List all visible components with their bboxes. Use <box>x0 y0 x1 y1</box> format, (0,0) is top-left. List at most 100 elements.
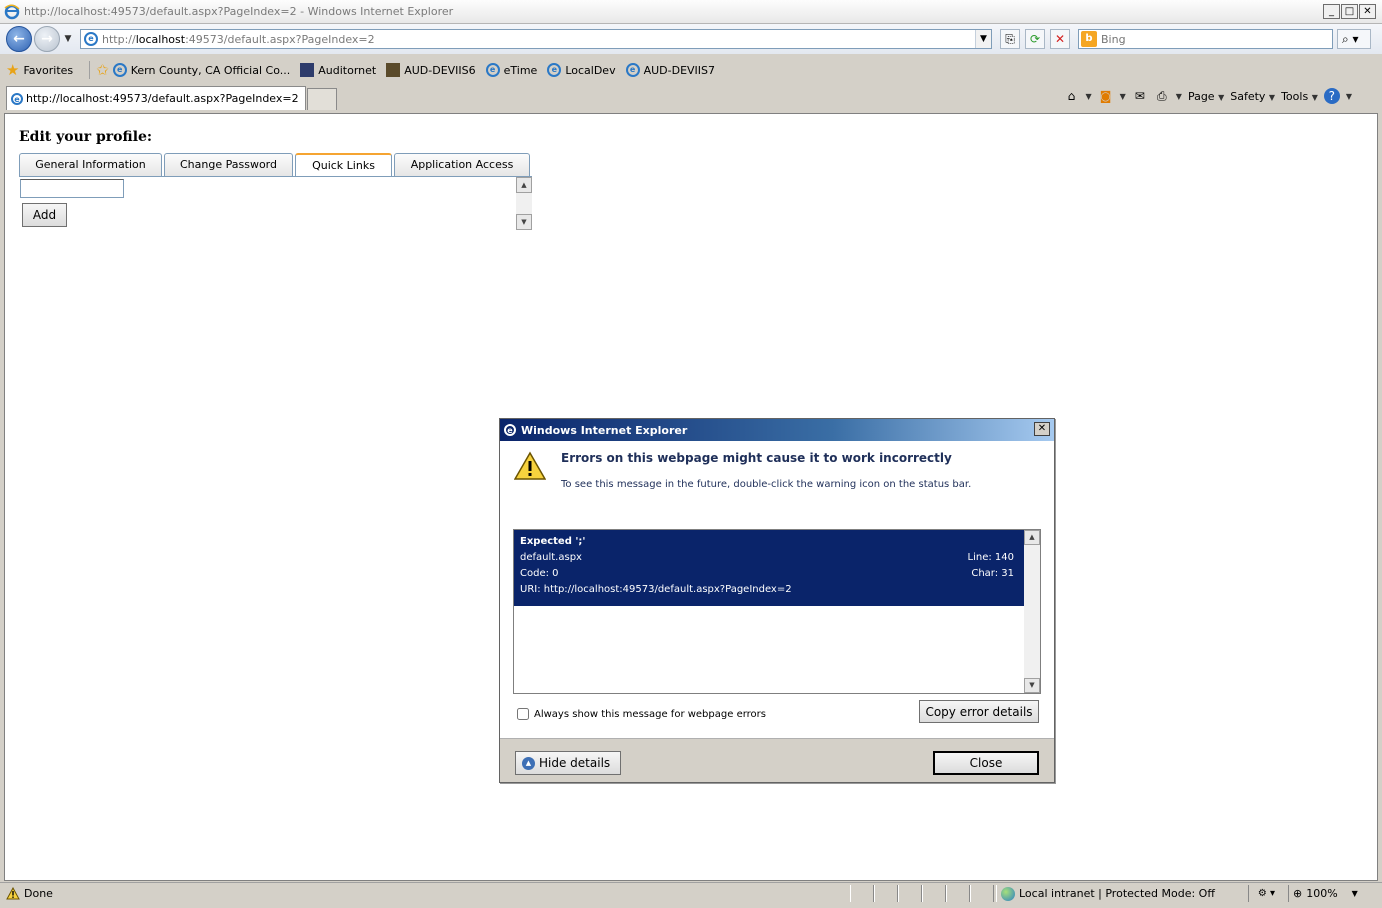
stop-icon[interactable]: ✕ <box>1050 29 1070 49</box>
new-tab-button[interactable] <box>307 88 337 110</box>
zoom-icon: ⊕ <box>1293 887 1303 900</box>
chevron-up-icon: ▲ <box>522 756 535 770</box>
add-button[interactable]: Add <box>22 203 67 227</box>
bing-icon: b <box>1081 31 1097 47</box>
maximize-button[interactable]: □ <box>1341 4 1358 19</box>
always-show-option[interactable]: Always show this message for webpage err… <box>517 708 766 720</box>
page-error-warning-icon[interactable] <box>6 887 20 900</box>
dialog-heading: Errors on this webpage might cause it to… <box>561 451 952 465</box>
search-box[interactable]: b <box>1078 29 1333 49</box>
error-list-scrollbar[interactable]: ▲ ▼ <box>1024 530 1040 693</box>
home-icon[interactable]: ⌂ <box>1063 88 1079 104</box>
tab-quick-links[interactable]: Quick Links <box>295 153 392 177</box>
hide-details-button[interactable]: ▲ Hide details <box>515 751 621 775</box>
window-titlebar: http://localhost:49573/default.aspx?Page… <box>0 0 1382 24</box>
page-title: Edit your profile: <box>19 129 153 145</box>
search-button[interactable]: ⌕ ▾ <box>1337 29 1371 49</box>
page-menu[interactable]: Page ▼ <box>1188 90 1224 103</box>
address-bar[interactable]: e http://localhost:49573/default.aspx?Pa… <box>80 29 992 49</box>
scroll-up-icon[interactable]: ▲ <box>1024 530 1040 545</box>
help-dropdown-icon[interactable]: ▼ <box>1346 92 1352 101</box>
quick-links-panel: Add ▲ ▼ <box>19 176 532 230</box>
auditornet-icon <box>300 63 315 77</box>
ie-page-icon: e <box>547 63 562 77</box>
dialog-titlebar: e Windows Internet Explorer ✕ <box>500 419 1054 441</box>
address-url[interactable]: http://localhost:49573/default.aspx?Page… <box>102 33 375 46</box>
read-mail-icon[interactable]: ✉ <box>1132 88 1148 104</box>
zoom-control[interactable]: ⊕ 100% ▼ <box>1288 885 1362 902</box>
refresh-icon[interactable]: ⟳ <box>1025 29 1045 49</box>
address-dropdown-icon[interactable]: ▼ <box>975 30 991 48</box>
minimize-button[interactable]: _ <box>1323 4 1340 19</box>
panel-scrollbar[interactable]: ▲ ▼ <box>516 177 532 230</box>
tab-application-access[interactable]: Application Access <box>394 153 530 176</box>
ie-logo-icon: e <box>504 424 516 436</box>
error-code: Code: 0 <box>520 568 559 579</box>
window-close-button[interactable]: ✕ <box>1359 4 1376 19</box>
scroll-up-icon[interactable]: ▲ <box>516 177 532 193</box>
browser-tab-active[interactable]: e http://localhost:49573/default.aspx?Pa… <box>6 86 306 110</box>
favorites-separator <box>89 61 91 79</box>
page-icon: e <box>84 32 98 46</box>
zoom-dropdown-icon[interactable]: ▼ <box>1352 889 1358 898</box>
error-message: Expected ';' <box>520 536 586 547</box>
quick-link-input[interactable] <box>20 179 124 198</box>
tab-change-password[interactable]: Change Password <box>164 153 293 176</box>
dialog-title: Windows Internet Explorer <box>521 423 688 437</box>
error-details-list[interactable]: Expected ';' default.aspx Line: 140 Code… <box>513 529 1041 694</box>
status-text: Done <box>24 887 53 900</box>
ie-page-icon: e <box>11 92 23 105</box>
favorites-star-icon: ★ <box>6 61 20 79</box>
error-uri: URI: http://localhost:49573/default.aspx… <box>520 584 792 595</box>
always-show-label: Always show this message for webpage err… <box>534 708 766 720</box>
aud-icon <box>386 63 401 77</box>
dialog-footer: ▲ Hide details Close <box>500 738 1054 782</box>
favorite-link-localdev[interactable]: e LocalDev <box>547 63 616 77</box>
back-button[interactable]: ← <box>6 26 32 52</box>
navigation-bar: ← → ▼ e http://localhost:49573/default.a… <box>0 24 1382 54</box>
home-dropdown-icon[interactable]: ▼ <box>1085 92 1091 101</box>
script-error-dialog: e Windows Internet Explorer ✕ Errors on … <box>499 418 1055 783</box>
add-favorite-icon[interactable]: ✩ <box>96 61 109 79</box>
close-button[interactable]: Close <box>933 751 1039 775</box>
security-zone[interactable]: Local intranet | Protected Mode: Off <box>996 885 1246 902</box>
dialog-subtext: To see this message in the future, doubl… <box>561 479 972 490</box>
ie-logo-icon <box>4 4 20 19</box>
favorite-link-aud-deviis6[interactable]: AUD-DEVIIS6 <box>386 63 476 77</box>
error-char: Char: 31 <box>971 568 1014 579</box>
compatibility-view-icon[interactable]: ⎘ <box>1000 29 1020 49</box>
browser-tab-bar: e http://localhost:49573/default.aspx?Pa… <box>0 84 1382 112</box>
favorites-button[interactable]: ★ Favorites <box>0 61 73 79</box>
scroll-down-icon[interactable]: ▼ <box>516 214 532 230</box>
favorites-bar: ★ Favorites ✩ e Kern County, CA Official… <box>0 57 1382 83</box>
error-line: Line: 140 <box>967 552 1014 563</box>
favorite-link-kern[interactable]: e Kern County, CA Official Co... <box>112 63 290 77</box>
forward-button[interactable]: → <box>34 26 60 52</box>
print-icon[interactable]: ⎙ <box>1154 88 1170 104</box>
ie-page-icon: e <box>112 63 127 77</box>
protected-mode-dropdown[interactable]: ⚙ ▾ <box>1248 885 1284 902</box>
print-dropdown-icon[interactable]: ▼ <box>1176 92 1182 101</box>
status-panes <box>850 885 994 902</box>
tab-general-information[interactable]: General Information <box>19 153 162 176</box>
scroll-down-icon[interactable]: ▼ <box>1024 678 1040 693</box>
always-show-checkbox[interactable] <box>517 708 529 720</box>
ie-page-icon: e <box>485 63 500 77</box>
feeds-dropdown-icon[interactable]: ▼ <box>1120 92 1126 101</box>
safety-menu[interactable]: Safety ▼ <box>1230 90 1275 103</box>
recent-pages-dropdown[interactable]: ▼ <box>62 34 74 44</box>
feeds-icon[interactable]: ◙ <box>1098 88 1114 104</box>
error-file: default.aspx <box>520 552 582 563</box>
ie-page-icon: e <box>625 63 640 77</box>
command-bar: ⌂ ▼ ◙ ▼ ✉ ⎙ ▼ Page ▼ Safety ▼ Tools ▼ ? ▼ <box>1063 88 1352 104</box>
search-input[interactable] <box>1101 32 1321 46</box>
favorite-link-auditornet[interactable]: Auditornet <box>300 63 376 77</box>
dialog-close-icon[interactable]: ✕ <box>1034 422 1050 436</box>
favorite-link-aud-deviis7[interactable]: e AUD-DEVIIS7 <box>625 63 715 77</box>
copy-error-details-button[interactable]: Copy error details <box>919 700 1039 723</box>
tools-menu[interactable]: Tools ▼ <box>1281 90 1318 103</box>
favorite-link-etime[interactable]: e eTime <box>485 63 537 77</box>
help-icon[interactable]: ? <box>1323 88 1340 104</box>
error-entry-selected[interactable]: Expected ';' default.aspx Line: 140 Code… <box>514 530 1025 606</box>
status-bar: Done Local intranet | Protected Mode: Of… <box>0 882 1382 904</box>
